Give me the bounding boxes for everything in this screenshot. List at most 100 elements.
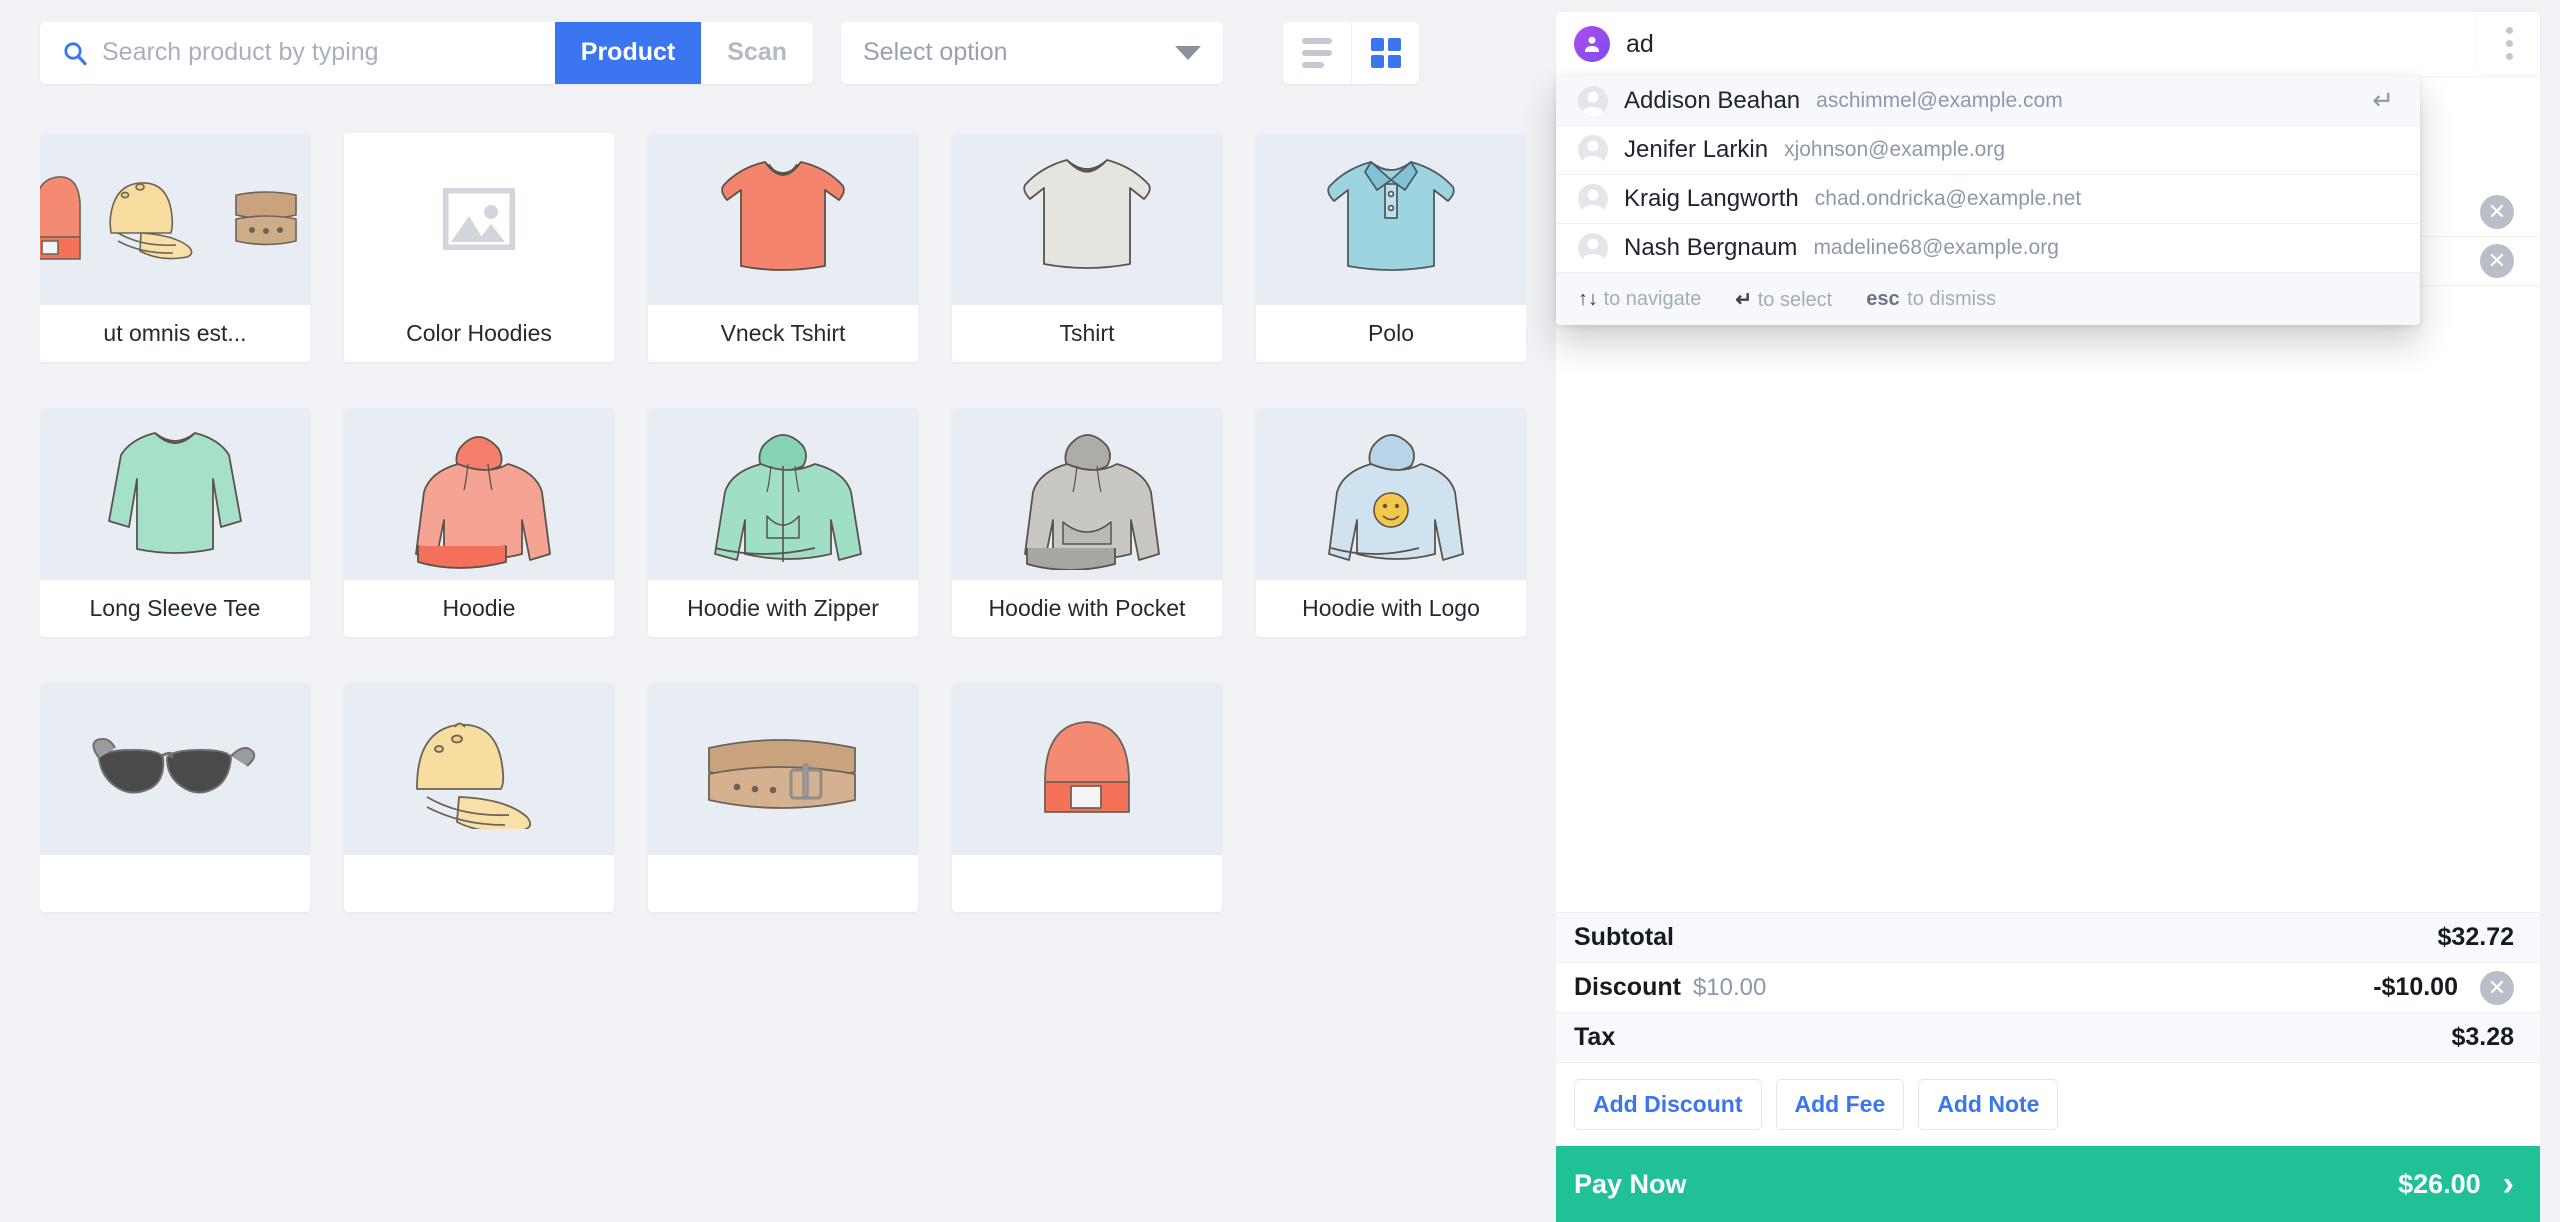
search-icon: [62, 40, 88, 66]
avatar: [1578, 85, 1608, 116]
subtotal-label: Subtotal: [1574, 923, 1674, 951]
totals-row-subtotal: Subtotal $32.72: [1556, 912, 2540, 962]
view-toggle-group: [1283, 21, 1419, 84]
product-card[interactable]: Vneck Tshirt: [648, 133, 918, 362]
kebab-menu-icon: [2505, 24, 2513, 63]
esc-key-label: esc: [1866, 287, 1900, 310]
product-card[interactable]: Tshirt: [952, 133, 1222, 362]
product-card[interactable]: Hoodie with Zipper: [648, 408, 918, 637]
product-thumbnail: [952, 133, 1222, 305]
customer-name: Addison Beahan: [1624, 86, 1801, 114]
customer-result-item[interactable]: Addison Beahan aschimmel@example.com ↵: [1556, 76, 2420, 125]
product-search-field[interactable]: [40, 22, 555, 84]
customer-result-item[interactable]: Jenifer Larkin xjohnson@example.org: [1556, 125, 2420, 174]
product-card[interactable]: [344, 683, 614, 912]
cart-totals: Subtotal $32.72 Discount $10.00 -$10.00 …: [1556, 912, 2540, 1062]
product-thumbnail: [952, 408, 1222, 580]
select-hint-text: to select: [1757, 288, 1833, 311]
product-name: Tshirt: [952, 305, 1222, 362]
totals-row-tax: Tax $3.28: [1556, 1012, 2540, 1062]
product-thumbnail: [648, 133, 918, 305]
search-input[interactable]: [102, 38, 541, 67]
product-card[interactable]: [952, 683, 1222, 912]
remove-discount-icon[interactable]: ✕: [2480, 970, 2514, 1005]
avatar: [1578, 184, 1608, 214]
pay-now-amount: $26.00: [2398, 1168, 2481, 1199]
user-avatar-icon: [1574, 26, 1610, 62]
product-grid: ut omnis est... Color Hoodies Vneck Tshi…: [40, 133, 1556, 1222]
product-name: Polo: [1256, 305, 1526, 362]
remove-item-icon[interactable]: ✕: [2480, 244, 2514, 278]
category-select-label: Select option: [863, 38, 1008, 66]
product-card[interactable]: Color Hoodies: [344, 133, 614, 362]
top-toolbar: Product Scan Select option: [0, 0, 1556, 105]
customer-email: aschimmel@example.com: [1816, 88, 2063, 112]
pos-app: Product Scan Select option: [0, 0, 2560, 1222]
pay-now-button[interactable]: Pay Now $26.00 ›: [1556, 1146, 2540, 1222]
cart-action-buttons: Add Discount Add Fee Add Note: [1556, 1062, 2540, 1146]
avatar: [1578, 135, 1608, 165]
product-thumbnail: [1256, 133, 1526, 305]
product-thumbnail: [648, 408, 918, 580]
mode-scan-button[interactable]: Scan: [701, 21, 813, 84]
product-thumbnail: [952, 683, 1222, 855]
category-select[interactable]: Select option: [841, 21, 1223, 84]
product-card[interactable]: Polo: [1256, 133, 1526, 362]
select-key-icon: ↵: [1735, 288, 1753, 311]
cart-panel: Addison Beahan aschimmel@example.com ↵ J…: [1556, 12, 2540, 1222]
customer-search-input[interactable]: [1626, 29, 2464, 59]
product-thumbnail: [344, 408, 614, 580]
discount-value: -$10.00: [2373, 973, 2458, 1001]
mode-product-button[interactable]: Product: [554, 21, 702, 84]
grid-view-button[interactable]: [1351, 21, 1419, 84]
discount-label: Discount: [1574, 973, 1681, 1001]
product-thumbnail: [40, 683, 310, 855]
product-name: [344, 855, 614, 912]
customer-email: xjohnson@example.org: [1784, 138, 2006, 161]
avatar: [1578, 233, 1608, 263]
add-note-button[interactable]: Add Note: [1918, 1079, 2059, 1130]
customer-name: Nash Bergnaum: [1624, 234, 1798, 261]
chevron-down-icon: [1175, 45, 1201, 60]
customer-name: Jenifer Larkin: [1624, 136, 1769, 163]
product-card[interactable]: Long Sleeve Tee: [40, 408, 310, 637]
pay-now-label: Pay Now: [1574, 1168, 1687, 1199]
navigate-keys-icon: ↑↓: [1578, 287, 1598, 310]
add-discount-button[interactable]: Add Discount: [1574, 1079, 1762, 1130]
more-options-button[interactable]: [2478, 12, 2540, 74]
dropdown-keyboard-hints: ↑↓ to navigate ↵ to select esc to dismis…: [1556, 272, 2420, 325]
product-card[interactable]: Hoodie: [344, 408, 614, 637]
product-name: Hoodie with Pocket: [952, 580, 1222, 637]
customer-search-bar: Addison Beahan aschimmel@example.com ↵ J…: [1556, 12, 2540, 325]
product-name: Vneck Tshirt: [648, 305, 918, 362]
product-name: Long Sleeve Tee: [40, 580, 310, 637]
enter-key-icon: ↵: [2372, 85, 2394, 115]
customer-email: madeline68@example.org: [1813, 236, 2059, 259]
customer-email: chad.ondricka@example.net: [1814, 187, 2082, 210]
customer-name: Kraig Langworth: [1624, 185, 1799, 212]
remove-item-icon[interactable]: ✕: [2480, 195, 2514, 229]
subtotal-value: $32.72: [2437, 923, 2514, 951]
grid-view-icon: [1370, 37, 1401, 68]
product-thumbnail: [344, 133, 614, 305]
add-fee-button[interactable]: Add Fee: [1775, 1079, 1905, 1130]
product-name: Hoodie with Logo: [1256, 580, 1526, 637]
product-name: [40, 855, 310, 912]
product-name: [648, 855, 918, 912]
product-thumbnail: [40, 133, 310, 305]
product-thumbnail: [648, 683, 918, 855]
product-name: Hoodie with Zipper: [648, 580, 918, 637]
product-card[interactable]: [648, 683, 918, 912]
customer-result-item[interactable]: Nash Bergnaum madeline68@example.org: [1556, 223, 2420, 272]
product-card[interactable]: Hoodie with Logo: [1256, 408, 1526, 637]
product-card[interactable]: ut omnis est...: [40, 133, 310, 362]
product-card[interactable]: Hoodie with Pocket: [952, 408, 1222, 637]
dismiss-hint-text: to dismiss: [1907, 287, 1997, 310]
chevron-right-icon: ›: [2502, 1165, 2514, 1203]
product-thumbnail: [344, 683, 614, 855]
customer-results-dropdown: Addison Beahan aschimmel@example.com ↵ J…: [1556, 76, 2420, 325]
product-card[interactable]: [40, 683, 310, 912]
list-view-button[interactable]: [1283, 21, 1351, 84]
customer-result-item[interactable]: Kraig Langworth chad.ondricka@example.ne…: [1556, 174, 2420, 223]
product-name: ut omnis est...: [40, 305, 310, 362]
